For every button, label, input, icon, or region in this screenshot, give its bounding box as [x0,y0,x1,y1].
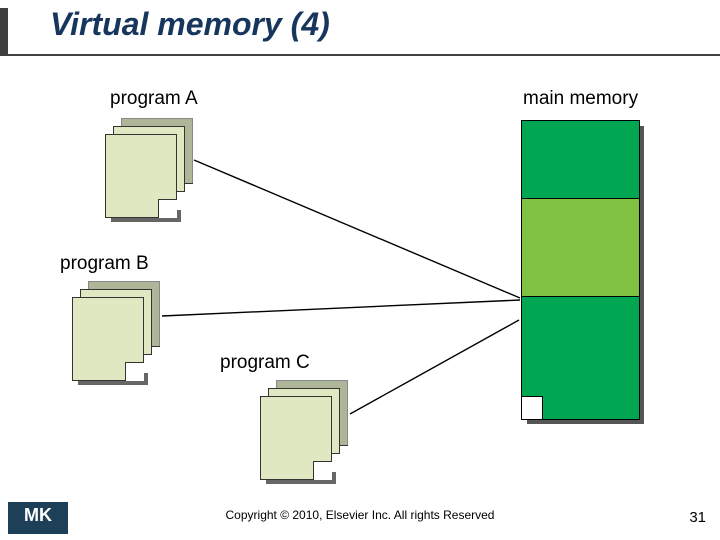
label-program-a: program A [110,88,198,110]
title-bar: Virtual memory (4) [0,6,720,50]
memory-segment-bottom [521,296,640,420]
title-rule [0,54,720,56]
program-c-pages-icon [260,380,346,478]
page-number: 31 [689,509,706,526]
label-program-b: program B [60,253,149,275]
memory-segment-middle [521,198,640,298]
memory-segment-top [521,120,640,200]
program-a-pages-icon [105,118,191,216]
main-memory-block [521,120,638,418]
slide: Virtual memory (4) program A main memory… [0,0,720,540]
slide-title: Virtual memory (4) [50,6,330,43]
copyright-text: Copyright © 2010, Elsevier Inc. All righ… [0,508,720,522]
label-program-c: program C [220,352,310,374]
label-main-memory: main memory [523,88,638,110]
program-b-pages-icon [72,281,158,379]
